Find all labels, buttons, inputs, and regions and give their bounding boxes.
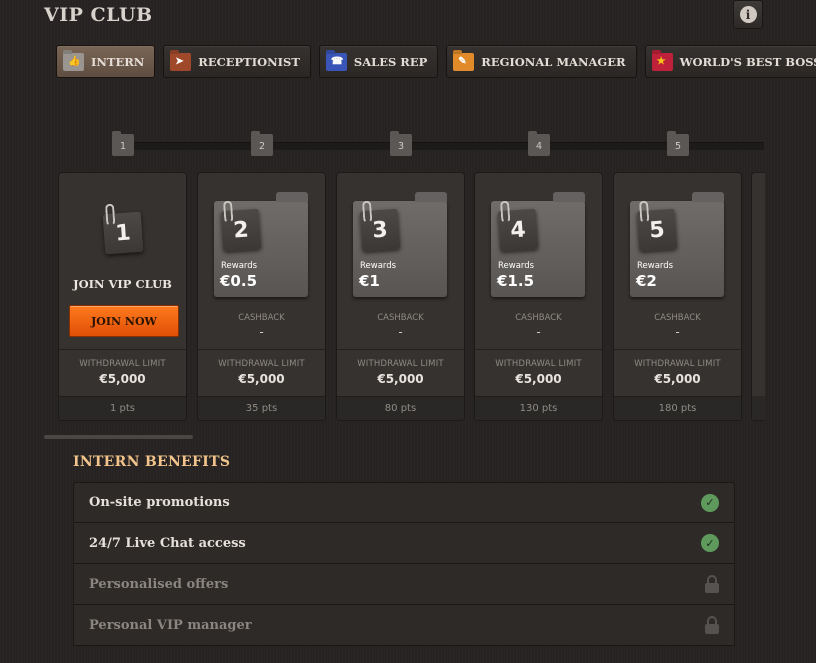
withdrawal-limit-label: WITHDRAWAL LIMIT — [218, 359, 305, 369]
withdrawal-limit-label: WITHDRAWAL LIMIT — [357, 359, 444, 369]
check-icon: ✓ — [701, 534, 719, 552]
info-icon: i — [739, 6, 757, 23]
phone-icon: ☎ — [325, 52, 347, 71]
benefit-label: On-site promotions — [89, 495, 230, 510]
withdrawal-limit-value: €5,000 — [238, 372, 285, 386]
check-icon: ✓ — [701, 493, 719, 512]
withdrawal-limit-value: €5,000 — [654, 372, 701, 386]
level-badge: 2 — [220, 200, 262, 252]
badge-icon: ✎ — [453, 52, 475, 71]
withdrawal-limit-value: €5,000 — [377, 372, 424, 386]
benefit-label: Personal VIP manager — [89, 617, 252, 633]
cashback-label: CASHBACK — [515, 313, 562, 323]
level-card-1: 1 JOIN VIP CLUB JOIN NOW WITHDRAWAL LIMI… — [58, 172, 187, 421]
level-badge: 4 — [497, 200, 539, 252]
withdrawal-limit-value: €5,000 — [515, 372, 562, 386]
folder-icon: 2 Rewards €0.5 — [214, 192, 308, 297]
step-marker: 4 — [528, 131, 550, 156]
rewards-label: Rewards — [221, 261, 258, 271]
step-marker: 2 — [251, 131, 273, 156]
lock-icon — [705, 616, 719, 634]
rewards-label: Rewards — [360, 261, 397, 271]
join-now-button[interactable]: JOIN NOW — [69, 305, 179, 337]
benefit-row: Personalised offers — [73, 564, 735, 605]
rewards-value: €2 — [636, 272, 657, 290]
points-required: 35 pts — [198, 396, 325, 420]
points-required: 180 pts — [614, 396, 741, 420]
divider — [614, 349, 741, 350]
level-card-3: 3 Rewards €1 CASHBACK - WITHDRAWAL LIMIT… — [336, 172, 465, 421]
tab-intern[interactable]: 👍 INTERN — [56, 45, 156, 78]
level-card-5: 5 Rewards €2 CASHBACK - WITHDRAWAL LIMIT… — [613, 172, 742, 421]
benefits-list: On-site promotions ✓ 24/7 Live Chat acce… — [73, 482, 735, 646]
tab-label: RECEPTIONIST — [198, 54, 300, 69]
level-tabs: 👍 INTERN ➤ RECEPTIONIST ☎ SALES REP ✎ RE… — [56, 45, 816, 78]
star-icon: ★ — [651, 52, 673, 71]
benefit-row: On-site promotions ✓ — [73, 482, 735, 523]
divider — [475, 349, 602, 350]
rewards-value: €1.5 — [497, 272, 535, 290]
divider — [198, 349, 325, 350]
tab-label: SALES REP — [353, 54, 428, 69]
step-marker: 3 — [390, 131, 412, 156]
withdrawal-limit-value: €5,000 — [99, 372, 146, 386]
tab-receptionist[interactable]: ➤ RECEPTIONIST — [163, 45, 311, 78]
info-button[interactable]: i — [733, 0, 763, 29]
page-title: VIP CLUB — [44, 4, 153, 26]
cashback-value: - — [259, 325, 264, 339]
cashback-value: - — [675, 325, 680, 339]
withdrawal-limit-label: WITHDRAWAL LIMIT — [79, 359, 166, 369]
folder-icon: 5 Rewards €2 — [630, 192, 724, 297]
cashback-value: - — [536, 325, 541, 339]
level-badge: 5 — [636, 200, 678, 252]
cashback-label: CASHBACK — [238, 313, 285, 323]
withdrawal-limit-label: WITHDRAWAL LIMIT — [634, 359, 721, 369]
paperclip-icon — [361, 200, 373, 224]
cashback-value: - — [398, 325, 403, 339]
thumb-icon: 👍 — [63, 52, 84, 71]
level-card-4: 4 Rewards €1.5 CASHBACK - WITHDRAWAL LIM… — [474, 172, 603, 421]
level-card-2: 2 Rewards €0.5 CASHBACK - WITHDRAWAL LIM… — [197, 172, 326, 421]
divider — [59, 349, 186, 350]
paperclip-icon — [499, 200, 511, 224]
tab-worlds-best-boss[interactable]: ★ WORLD'S BEST BOSS — [644, 45, 816, 78]
tab-label: REGIONAL MANAGER — [481, 54, 626, 69]
rewards-label: Rewards — [637, 261, 674, 271]
benefit-row: Personal VIP manager — [73, 605, 735, 646]
benefit-label: 24/7 Live Chat access — [89, 535, 246, 551]
tab-sales-rep[interactable]: ☎ SALES REP — [318, 45, 439, 78]
paperclip-icon — [222, 200, 234, 224]
cashback-label: CASHBACK — [377, 313, 424, 323]
tab-label: INTERN — [91, 54, 145, 69]
points-required: 80 pts — [337, 396, 464, 420]
rewards-value: €0.5 — [220, 272, 258, 290]
rewards-value: €1 — [359, 272, 380, 290]
level-badge: 3 — [359, 200, 401, 252]
join-vip-title: JOIN VIP CLUB — [73, 277, 172, 291]
paperclip-icon — [638, 200, 650, 224]
tab-regional-manager[interactable]: ✎ REGIONAL MANAGER — [446, 45, 637, 78]
lock-icon — [705, 575, 719, 593]
benefit-label: Personalised offers — [89, 576, 229, 592]
benefits-title: INTERN BENEFITS — [73, 454, 231, 470]
level-card-6-partial — [751, 172, 765, 421]
step-marker: 1 — [112, 131, 134, 156]
cards-scrollbar[interactable] — [44, 435, 193, 439]
step-marker: 5 — [667, 131, 689, 156]
cashback-label: CASHBACK — [654, 313, 701, 323]
rewards-label: Rewards — [498, 261, 535, 271]
paperclip-icon — [104, 203, 116, 227]
folder-icon: 3 Rewards €1 — [353, 192, 447, 297]
tab-label: WORLD'S BEST BOSS — [679, 54, 816, 69]
cursor-icon: ➤ — [170, 52, 192, 71]
points-required: 1 pts — [59, 396, 186, 420]
points-required: 130 pts — [475, 396, 602, 420]
withdrawal-limit-label: WITHDRAWAL LIMIT — [495, 359, 582, 369]
benefit-row: 24/7 Live Chat access ✓ — [73, 523, 735, 564]
divider — [337, 349, 464, 350]
level-badge: 1 — [102, 203, 144, 255]
folder-icon: 4 Rewards €1.5 — [491, 192, 585, 297]
